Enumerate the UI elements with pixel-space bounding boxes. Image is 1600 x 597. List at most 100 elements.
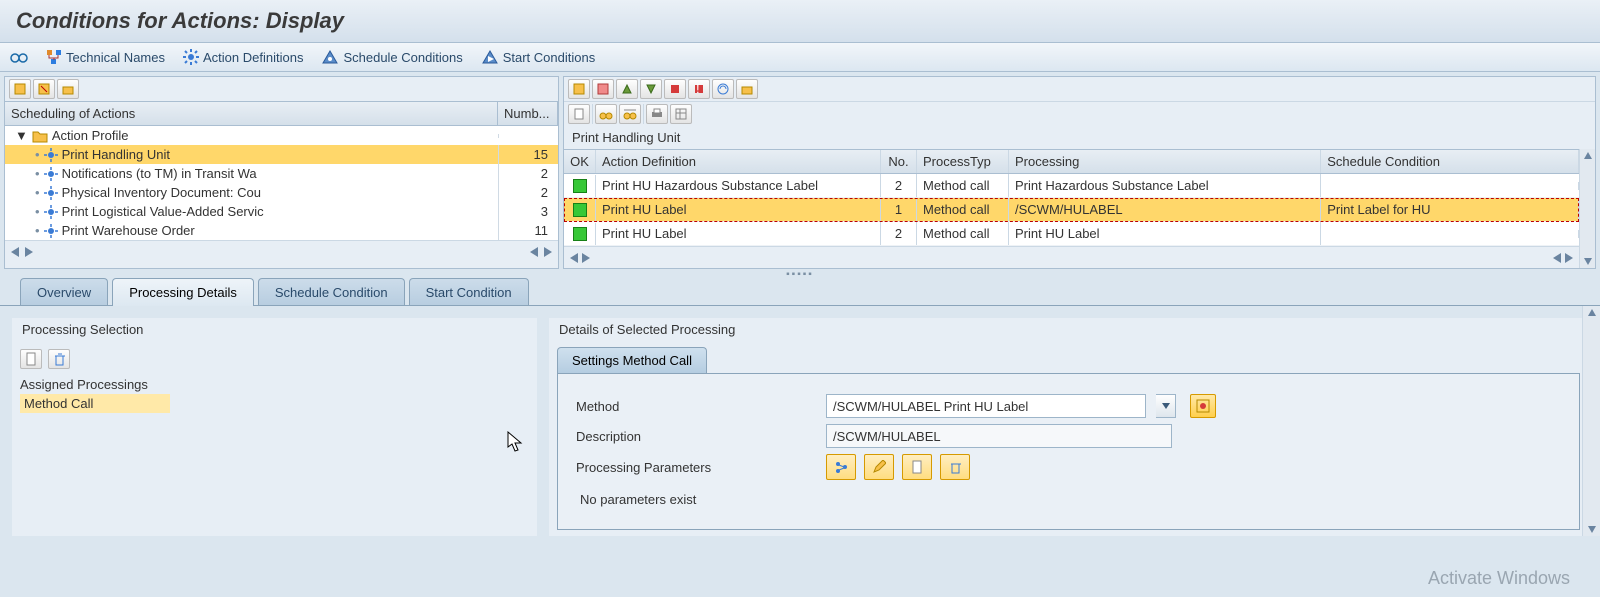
tree-item-count: 3 <box>498 202 558 221</box>
right-icon-strip-2 <box>564 101 1595 126</box>
param-share-button[interactable] <box>826 454 856 480</box>
tree-root[interactable]: ▼ Action Profile <box>5 126 558 145</box>
cell-schedule <box>1321 182 1579 190</box>
details-title: Details of Selected Processing <box>549 318 1588 341</box>
glasses-icon-button[interactable] <box>10 50 28 64</box>
technical-names-button[interactable]: Technical Names <box>46 49 165 65</box>
left-tool-2[interactable] <box>33 79 55 99</box>
param-edit-button[interactable] <box>864 454 894 480</box>
delete-icon-button[interactable] <box>48 349 70 369</box>
r-tool-a6[interactable]: ! <box>688 79 710 99</box>
r-tool-a7[interactable] <box>712 79 734 99</box>
horizontal-splitter[interactable]: ▪▪▪▪▪ <box>0 269 1600 277</box>
tree-item[interactable]: • Print Logistical Value-Added Servic 3 <box>5 202 558 221</box>
method-dropdown[interactable]: /SCWM/HULABEL Print HU Label <box>826 394 1146 418</box>
cell-processtyp: Method call <box>917 198 1009 221</box>
scroll-left-icon-3[interactable] <box>1551 252 1563 264</box>
col-ok[interactable]: OK <box>564 150 596 173</box>
col-def[interactable]: Action Definition <box>596 150 881 173</box>
print-icon-button[interactable] <box>646 104 668 124</box>
bullet-icon: • <box>35 166 40 181</box>
tree-item-label: Print Handling Unit <box>62 147 170 162</box>
right-v-scroll[interactable] <box>1579 149 1595 268</box>
page-title: Conditions for Actions: Display <box>16 8 1584 34</box>
tab-overview[interactable]: Overview <box>20 278 108 306</box>
r-tool-b1[interactable] <box>568 104 590 124</box>
left-tool-3[interactable] <box>57 79 79 99</box>
collapse-icon[interactable]: ▼ <box>15 128 28 143</box>
schedule-conditions-label: Schedule Conditions <box>343 50 462 65</box>
tabcontent-v-scroll[interactable] <box>1582 306 1600 536</box>
picker-icon <box>1196 399 1210 413</box>
tab-content: Processing Selection Assigned Processing… <box>0 305 1600 536</box>
param-delete-button[interactable] <box>940 454 970 480</box>
tree-item[interactable]: • Physical Inventory Document: Cou 2 <box>5 183 558 202</box>
binoculars-icon-button[interactable] <box>595 104 617 124</box>
left-scroll[interactable] <box>5 240 558 262</box>
svg-text:!: ! <box>696 83 700 95</box>
share-icon <box>834 460 848 474</box>
action-row[interactable]: Print HU Label 2 Method call Print HU La… <box>564 222 1579 246</box>
tab-start-condition[interactable]: Start Condition <box>409 278 529 306</box>
scroll-up-icon[interactable] <box>1583 151 1593 161</box>
scroll-right-icon-2[interactable] <box>542 246 554 258</box>
start-conditions-label: Start Conditions <box>503 50 596 65</box>
col-proc[interactable]: Processing <box>1009 150 1321 173</box>
right-h-scroll[interactable] <box>564 246 1579 268</box>
glasses-icon <box>10 50 28 64</box>
param-new-button[interactable] <box>902 454 932 480</box>
schedule-conditions-button[interactable]: Schedule Conditions <box>321 49 462 65</box>
new-doc-icon-button[interactable] <box>20 349 42 369</box>
scroll-left-icon[interactable] <box>568 252 580 264</box>
left-tool-1[interactable] <box>9 79 31 99</box>
tree-item-count: 2 <box>498 164 558 183</box>
cell-action-definition: Print HU Label <box>596 198 881 221</box>
method-call-row[interactable]: Method Call <box>20 394 170 413</box>
r-tool-a4[interactable] <box>640 79 662 99</box>
r-tool-a8[interactable] <box>736 79 758 99</box>
scroll-right-icon[interactable] <box>580 252 592 264</box>
tree-header: Scheduling of Actions Numb... <box>5 101 558 126</box>
table-settings-icon-button[interactable] <box>670 104 692 124</box>
scroll-right-icon-3[interactable] <box>1563 252 1575 264</box>
start-icon <box>481 49 499 65</box>
col-sched[interactable]: Schedule Condition <box>1321 150 1579 173</box>
gear-icon <box>44 186 58 200</box>
r-tool-a1[interactable] <box>568 79 590 99</box>
tab-processing-details[interactable]: Processing Details <box>112 278 254 306</box>
cell-schedule: Print Label for HU <box>1321 198 1579 221</box>
scroll-down-icon[interactable] <box>1587 524 1597 534</box>
status-ok-icon <box>573 227 587 241</box>
inner-tab-settings-method-call[interactable]: Settings Method Call <box>557 347 707 373</box>
tree-item[interactable]: • Print Handling Unit 15 <box>5 145 558 164</box>
action-definitions-button[interactable]: Action Definitions <box>183 49 303 65</box>
scroll-right-icon[interactable] <box>23 246 35 258</box>
scroll-up-icon[interactable] <box>1587 308 1597 318</box>
assigned-processings-label: Assigned Processings <box>20 375 529 394</box>
r-tool-b3[interactable] <box>619 104 641 124</box>
tree-item[interactable]: • Print Warehouse Order 11 <box>5 221 558 240</box>
dropdown-arrow-icon[interactable] <box>1156 394 1176 418</box>
trash-icon <box>949 460 961 474</box>
params-label: Processing Parameters <box>576 460 816 475</box>
r-tool-a3[interactable] <box>616 79 638 99</box>
tree-item[interactable]: • Notifications (to TM) in Transit Wa 2 <box>5 164 558 183</box>
col-ptyp[interactable]: ProcessTyp <box>917 150 1009 173</box>
col-no[interactable]: No. <box>881 150 917 173</box>
tree-item-count: 15 <box>498 145 558 164</box>
scroll-down-icon[interactable] <box>1583 256 1593 266</box>
start-conditions-button[interactable]: Start Conditions <box>481 49 596 65</box>
cell-no: 1 <box>881 198 917 221</box>
action-row[interactable]: Print HU Hazardous Substance Label 2 Met… <box>564 174 1579 198</box>
scroll-left-icon[interactable] <box>9 246 21 258</box>
r-tool-a5[interactable] <box>664 79 686 99</box>
cell-processing: /SCWM/HULABEL <box>1009 198 1321 221</box>
scroll-left-icon-2[interactable] <box>528 246 540 258</box>
method-picker-button[interactable] <box>1190 394 1216 418</box>
tab-schedule-condition[interactable]: Schedule Condition <box>258 278 405 306</box>
r-tool-a2[interactable] <box>592 79 614 99</box>
pencil-icon <box>872 460 886 474</box>
status-ok-icon <box>573 203 587 217</box>
action-row[interactable]: Print HU Label 1 Method call /SCWM/HULAB… <box>564 198 1579 222</box>
tree-item-count: 2 <box>498 183 558 202</box>
